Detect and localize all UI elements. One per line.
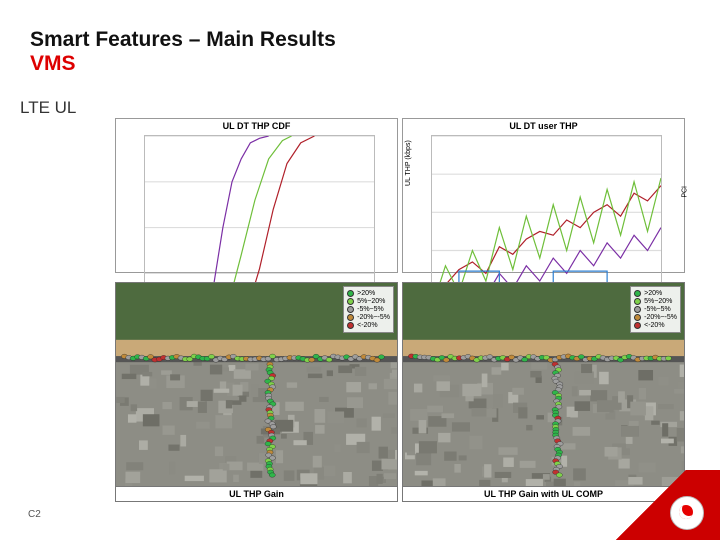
map-legend-label: >20% [644, 290, 662, 297]
map-legend-dot [347, 290, 354, 297]
chart-cdf-title: UL DT THP CDF [116, 119, 397, 133]
map-legend-label: <-20% [644, 322, 664, 329]
maps-row: >20%5%~20%-5%~5%-20%~-5%<-20% UL THP Gai… [115, 282, 685, 502]
map-legend-dot [347, 314, 354, 321]
map-legend-item: -5%~5% [347, 306, 390, 313]
map-legend-label: 5%~20% [644, 298, 672, 305]
map-legend-item: >20% [347, 290, 390, 297]
map-legend-label: <-20% [357, 322, 377, 329]
map-legend-dot [347, 298, 354, 305]
map-legend-item: <-20% [347, 322, 390, 329]
map-legend-dot [634, 314, 641, 321]
map-legend-dot [634, 322, 641, 329]
charts-row: UL DT THP CDF UL DT user throughput (kbp… [115, 118, 685, 273]
map-legend-dot [347, 322, 354, 329]
title-line-1: Smart Features – Main Results [30, 28, 720, 52]
map-left-canvas: >20%5%~20%-5%~5%-20%~-5%<-20% [116, 283, 397, 486]
brand-logo-icon [670, 496, 704, 530]
map-legend-item: 5%~20% [634, 298, 677, 305]
map-legend-dot [347, 306, 354, 313]
map-legend-item: <-20% [634, 322, 677, 329]
section-label: LTE UL [0, 86, 720, 118]
chart-thp-ylabel2: PCI [682, 186, 689, 198]
map-legend-label: 5%~20% [357, 298, 385, 305]
map-legend-label: -5%~5% [644, 306, 671, 313]
chart-thp-ylabel: UL THP (kbps) [405, 140, 412, 186]
map-right: >20%5%~20%-5%~5%-20%~-5%<-20% UL THP Gai… [402, 282, 685, 502]
chart-thp-title: UL DT user THP [403, 119, 684, 133]
map-legend-item: -5%~5% [634, 306, 677, 313]
map-right-canvas: >20%5%~20%-5%~5%-20%~-5%<-20% [403, 283, 684, 486]
slide-title: Smart Features – Main Results VMS [0, 0, 720, 86]
map-legend-dot [634, 306, 641, 313]
brand-corner [590, 470, 720, 540]
map-right-legend: >20%5%~20%-5%~5%-20%~-5%<-20% [630, 286, 681, 333]
map-legend-label: -5%~5% [357, 306, 384, 313]
map-legend-label: >20% [357, 290, 375, 297]
map-legend-dot [634, 290, 641, 297]
map-legend-label: -20%~-5% [357, 314, 390, 321]
chart-cdf: UL DT THP CDF UL DT user throughput (kbp… [115, 118, 398, 273]
map-legend-item: 5%~20% [347, 298, 390, 305]
map-left-title: UL THP Gain [116, 486, 397, 501]
map-legend-dot [634, 298, 641, 305]
footer-classification: C2 [28, 509, 41, 520]
chart-thp: UL DT user THP UL THP (kbps) PCI Time se… [402, 118, 685, 273]
map-legend-item: -20%~-5% [347, 314, 390, 321]
map-legend-item: >20% [634, 290, 677, 297]
title-line-2: VMS [30, 52, 720, 76]
map-left-legend: >20%5%~20%-5%~5%-20%~-5%<-20% [343, 286, 394, 333]
map-legend-item: -20%~-5% [634, 314, 677, 321]
map-left: >20%5%~20%-5%~5%-20%~-5%<-20% UL THP Gai… [115, 282, 398, 502]
map-legend-label: -20%~-5% [644, 314, 677, 321]
